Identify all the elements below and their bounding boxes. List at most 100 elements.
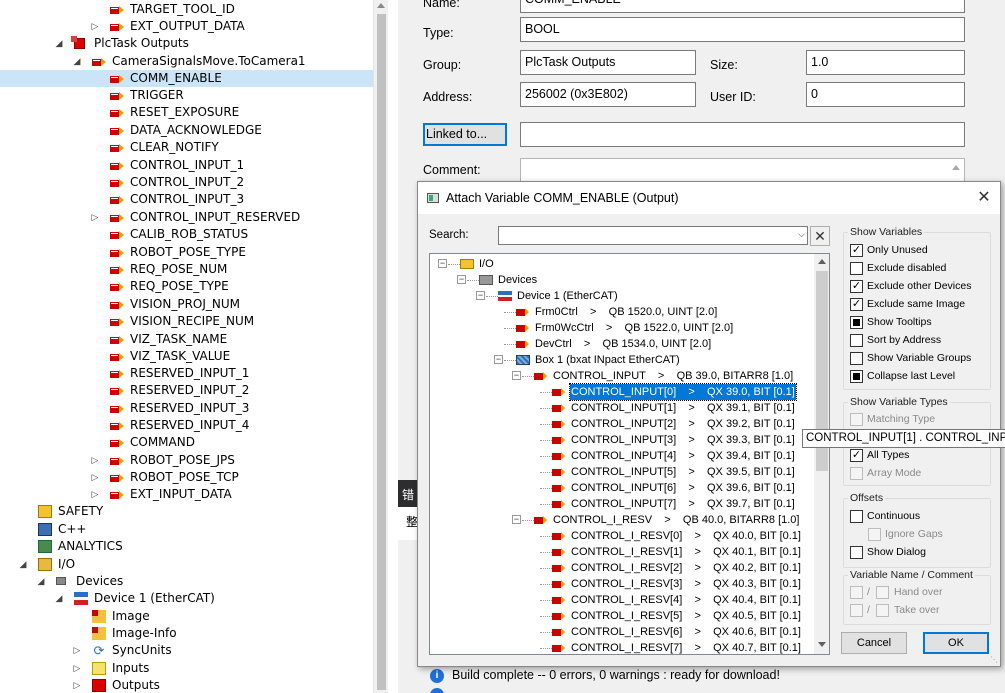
tree-item[interactable]: CONTROL_INPUT_2 bbox=[0, 174, 373, 191]
option-checkbox[interactable] bbox=[850, 370, 863, 383]
expand-icon[interactable]: ▷ bbox=[90, 18, 100, 35]
show-variables-option[interactable]: Only Unused bbox=[850, 243, 990, 259]
scroll-down-icon[interactable] bbox=[818, 642, 826, 647]
chevron-down-icon[interactable]: ⌵ bbox=[798, 229, 805, 240]
scroll-up-icon[interactable] bbox=[377, 3, 385, 8]
variable-tree-item[interactable]: CONTROL_I_RESV[2] > QX 40.2, BIT [0.1] bbox=[430, 560, 812, 576]
tree-item[interactable]: ▷ EXT_OUTPUT_DATA bbox=[0, 18, 373, 35]
userid-field[interactable]: 0 bbox=[806, 82, 965, 107]
linked-to-button[interactable]: Linked to... bbox=[423, 123, 507, 146]
option-checkbox[interactable] bbox=[850, 352, 863, 365]
collapse-icon[interactable]: ◢ bbox=[54, 590, 64, 607]
tree-item[interactable]: REQ_POSE_TYPE bbox=[0, 278, 373, 295]
hand-over-option[interactable]: / Hand over bbox=[850, 585, 990, 601]
tree-item[interactable]: CALIB_ROB_STATUS bbox=[0, 226, 373, 243]
tree-item[interactable]: ▷ CONTROL_INPUT_RESERVED bbox=[0, 209, 373, 226]
close-icon[interactable]: ✕ bbox=[974, 188, 994, 208]
variable-tree-item[interactable]: CONTROL_INPUT[5] > QX 39.5, BIT [0.1] bbox=[430, 464, 812, 480]
option-checkbox[interactable] bbox=[850, 262, 863, 275]
all-types-checkbox[interactable] bbox=[850, 449, 863, 462]
show-variables-option[interactable]: Sort by Address bbox=[850, 333, 990, 349]
variable-tree-item[interactable]: − Devices bbox=[430, 272, 812, 288]
all-types-option[interactable]: All Types bbox=[850, 448, 990, 464]
variable-tree-item[interactable]: Frm0Ctrl > QB 1520.0, UINT [2.0] bbox=[430, 304, 812, 320]
continuous-checkbox[interactable] bbox=[850, 510, 863, 523]
type-field[interactable]: BOOL bbox=[520, 17, 965, 42]
tree-item[interactable]: COMMAND bbox=[0, 434, 373, 451]
collapse-icon[interactable]: ◢ bbox=[18, 556, 28, 573]
option-checkbox[interactable] bbox=[850, 316, 863, 329]
clear-search-button[interactable]: ✕ bbox=[810, 226, 830, 246]
variable-tree-item[interactable]: Frm0WcCtrl > QB 1522.0, UINT [2.0] bbox=[430, 320, 812, 336]
variable-tree-item[interactable]: − CONTROL_INPUT > QB 39.0, BITARR8 [1.0] bbox=[430, 368, 812, 384]
variable-tree-item[interactable]: DevCtrl > QB 1534.0, UINT [2.0] bbox=[430, 336, 812, 352]
tree-item[interactable]: CLEAR_NOTIFY bbox=[0, 139, 373, 156]
tree-item[interactable]: ◢ Devices bbox=[0, 573, 373, 590]
tree-item[interactable]: CONTROL_INPUT_1 bbox=[0, 157, 373, 174]
show-variables-option[interactable]: Exclude same Image bbox=[850, 297, 990, 313]
group-field[interactable]: PlcTask Outputs bbox=[520, 50, 696, 75]
tree-item[interactable]: ANALYTICS bbox=[0, 538, 373, 555]
variable-tree-item[interactable]: − Device 1 (EtherCAT) bbox=[430, 288, 812, 304]
tree-item[interactable]: COMM_ENABLE bbox=[0, 70, 373, 87]
scroll-thumb[interactable] bbox=[377, 14, 386, 690]
option-checkbox[interactable] bbox=[850, 280, 863, 293]
scroll-up-icon[interactable] bbox=[818, 259, 826, 264]
tree-item[interactable]: VIZ_TASK_NAME bbox=[0, 331, 373, 348]
tree-item[interactable]: RESERVED_INPUT_2 bbox=[0, 382, 373, 399]
expand-icon[interactable]: ▷ bbox=[72, 660, 82, 677]
resize-grip-icon[interactable]: ⋱ bbox=[990, 655, 1000, 665]
collapse-icon[interactable]: ◢ bbox=[72, 53, 82, 70]
tree-item[interactable]: ◢ Device 1 (EtherCAT) bbox=[0, 590, 373, 607]
take-over-name-checkbox[interactable] bbox=[850, 604, 863, 617]
tree-item[interactable]: TARGET_TOOL_ID bbox=[0, 1, 373, 18]
collapse-icon[interactable]: − bbox=[512, 515, 521, 524]
ok-button[interactable]: OK bbox=[923, 632, 989, 654]
variable-tree-item[interactable]: CONTROL_I_RESV[5] > QX 40.5, BIT [0.1] bbox=[430, 608, 812, 624]
variable-tree-item[interactable]: CONTROL_I_RESV[0] > QX 40.0, BIT [0.1] bbox=[430, 528, 812, 544]
tree-item[interactable]: ◢ PlcTask Outputs bbox=[0, 35, 373, 52]
tree-item[interactable]: ▷ Inputs bbox=[0, 660, 373, 677]
size-field[interactable]: 1.0 bbox=[806, 50, 965, 75]
show-variables-option[interactable]: Exclude disabled bbox=[850, 261, 990, 277]
variable-tree-item[interactable]: CONTROL_INPUT[0] > QX 39.0, BIT [0.1] bbox=[430, 383, 812, 401]
tree-item[interactable]: C++ bbox=[0, 521, 373, 538]
tree-item[interactable]: VISION_RECIPE_NUM bbox=[0, 313, 373, 330]
ignore-gaps-checkbox[interactable] bbox=[868, 528, 881, 541]
expand-icon[interactable]: ▷ bbox=[72, 677, 82, 693]
collapse-icon[interactable]: ◢ bbox=[54, 35, 64, 52]
search-input[interactable]: ⌵ bbox=[498, 226, 808, 245]
variable-tree-item[interactable]: CONTROL_INPUT[4] > QX 39.4, BIT [0.1] bbox=[430, 448, 812, 464]
expand-icon[interactable]: ▷ bbox=[90, 209, 100, 226]
take-over-comment-checkbox[interactable] bbox=[876, 604, 889, 617]
expand-icon[interactable]: ▷ bbox=[90, 469, 100, 486]
solution-tree-scrollbar[interactable] bbox=[373, 0, 388, 693]
matching-type-checkbox[interactable] bbox=[850, 413, 863, 426]
matching-type-option[interactable]: Matching Type bbox=[850, 412, 990, 428]
tree-item[interactable]: Image bbox=[0, 608, 373, 625]
variable-tree-item[interactable]: − CONTROL_I_RESV > QB 40.0, BITARR8 [1.0] bbox=[430, 512, 812, 528]
address-field[interactable]: 256002 (0x3E802) bbox=[520, 82, 696, 107]
solution-explorer-tree[interactable]: TARGET_TOOL_ID ▷ EXT_OUTPUT_DATA ◢ PlcTask O… bbox=[0, 0, 388, 693]
expand-icon[interactable]: ▷ bbox=[90, 452, 100, 469]
tree-item[interactable]: TRIGGER bbox=[0, 87, 373, 104]
tree-item[interactable]: ▷ ROBOT_POSE_JPS bbox=[0, 452, 373, 469]
collapse-icon[interactable]: − bbox=[476, 291, 485, 300]
expand-icon[interactable]: ▷ bbox=[90, 486, 100, 503]
take-over-option[interactable]: / Take over bbox=[850, 603, 990, 619]
hand-over-comment-checkbox[interactable] bbox=[876, 586, 889, 599]
option-checkbox[interactable] bbox=[850, 334, 863, 347]
variable-tree-item[interactable]: CONTROL_I_RESV[7] > QX 40.7, BIT [0.1] bbox=[430, 640, 812, 654]
ignore-gaps-option[interactable]: Ignore Gaps bbox=[868, 527, 988, 543]
tree-item[interactable]: RESERVED_INPUT_3 bbox=[0, 400, 373, 417]
collapse-icon[interactable]: ◢ bbox=[36, 573, 46, 590]
expand-icon[interactable]: ▷ bbox=[72, 642, 82, 659]
variable-tree-item[interactable]: − Box 1 (bxat INpact EtherCAT) bbox=[430, 352, 812, 368]
dialog-title-bar[interactable]: Attach Variable COMM_ENABLE (Output) ✕ bbox=[418, 182, 1000, 214]
cancel-button[interactable]: Cancel bbox=[841, 632, 907, 654]
show-dialog-checkbox[interactable] bbox=[850, 546, 863, 559]
show-variables-option[interactable]: Collapse last Level bbox=[850, 369, 990, 385]
tree-item[interactable]: ▷ ROBOT_POSE_TCP bbox=[0, 469, 373, 486]
variable-tree-item[interactable]: CONTROL_I_RESV[1] > QX 40.1, BIT [0.1] bbox=[430, 544, 812, 560]
tree-item[interactable]: VISION_PROJ_NUM bbox=[0, 296, 373, 313]
